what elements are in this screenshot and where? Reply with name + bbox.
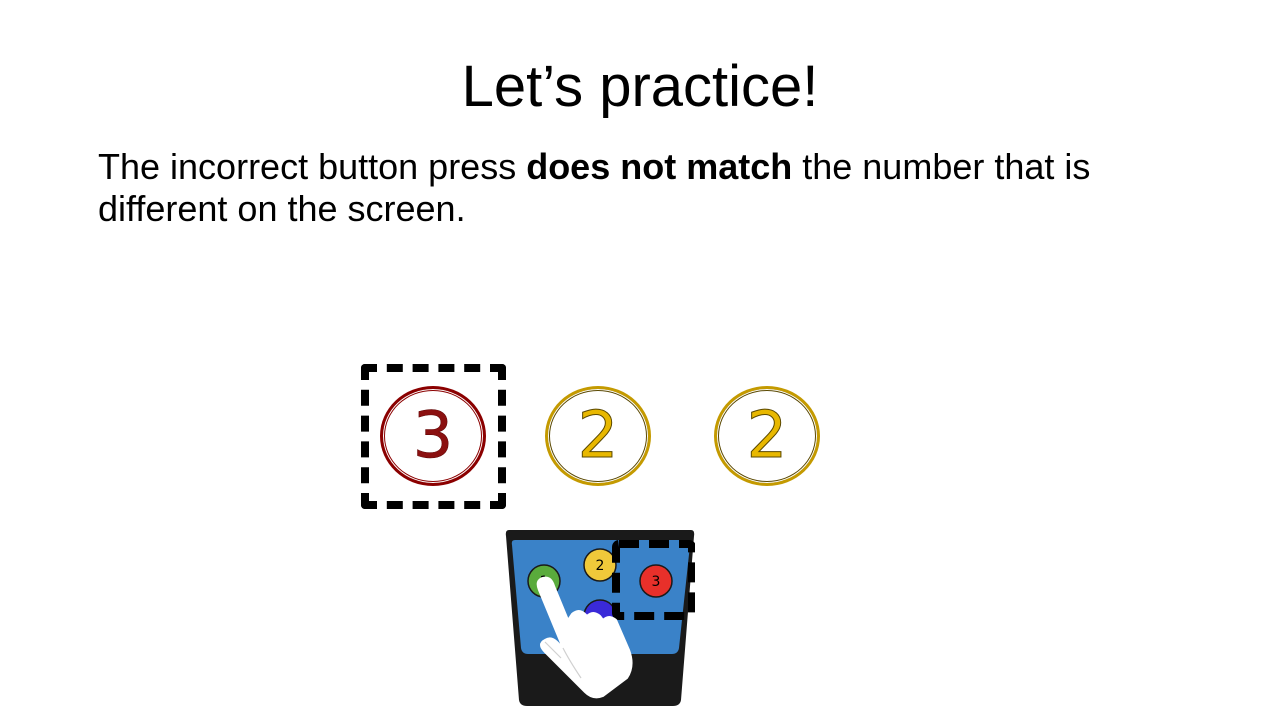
slide-title: Let’s practice! — [461, 54, 819, 119]
response-button-label-2: 2 — [596, 558, 605, 574]
instruction-text: The incorrect button press does not matc… — [98, 146, 1178, 230]
instruction-bold: does not match — [526, 146, 793, 187]
instruction-part-1: The incorrect button press — [98, 146, 527, 187]
slide: Let’s practice! The incorrect button pre… — [0, 0, 1280, 720]
response-button-3[interactable]: 3 — [639, 564, 673, 598]
stimulus-circle-1: 3 — [380, 386, 486, 486]
stimulus-number-3: 2 — [746, 399, 788, 473]
response-button-2[interactable]: 2 — [583, 548, 617, 582]
stimulus-circle-3: 2 — [714, 386, 820, 486]
stimulus-number-1: 3 — [412, 399, 454, 473]
stimulus-number-2: 2 — [577, 399, 619, 473]
response-button-label-3: 3 — [652, 574, 661, 590]
response-pad-illustration: 1 2 3 — [505, 530, 695, 706]
stimulus-circle-2: 2 — [545, 386, 651, 486]
response-pad: 1 2 3 — [505, 528, 695, 708]
